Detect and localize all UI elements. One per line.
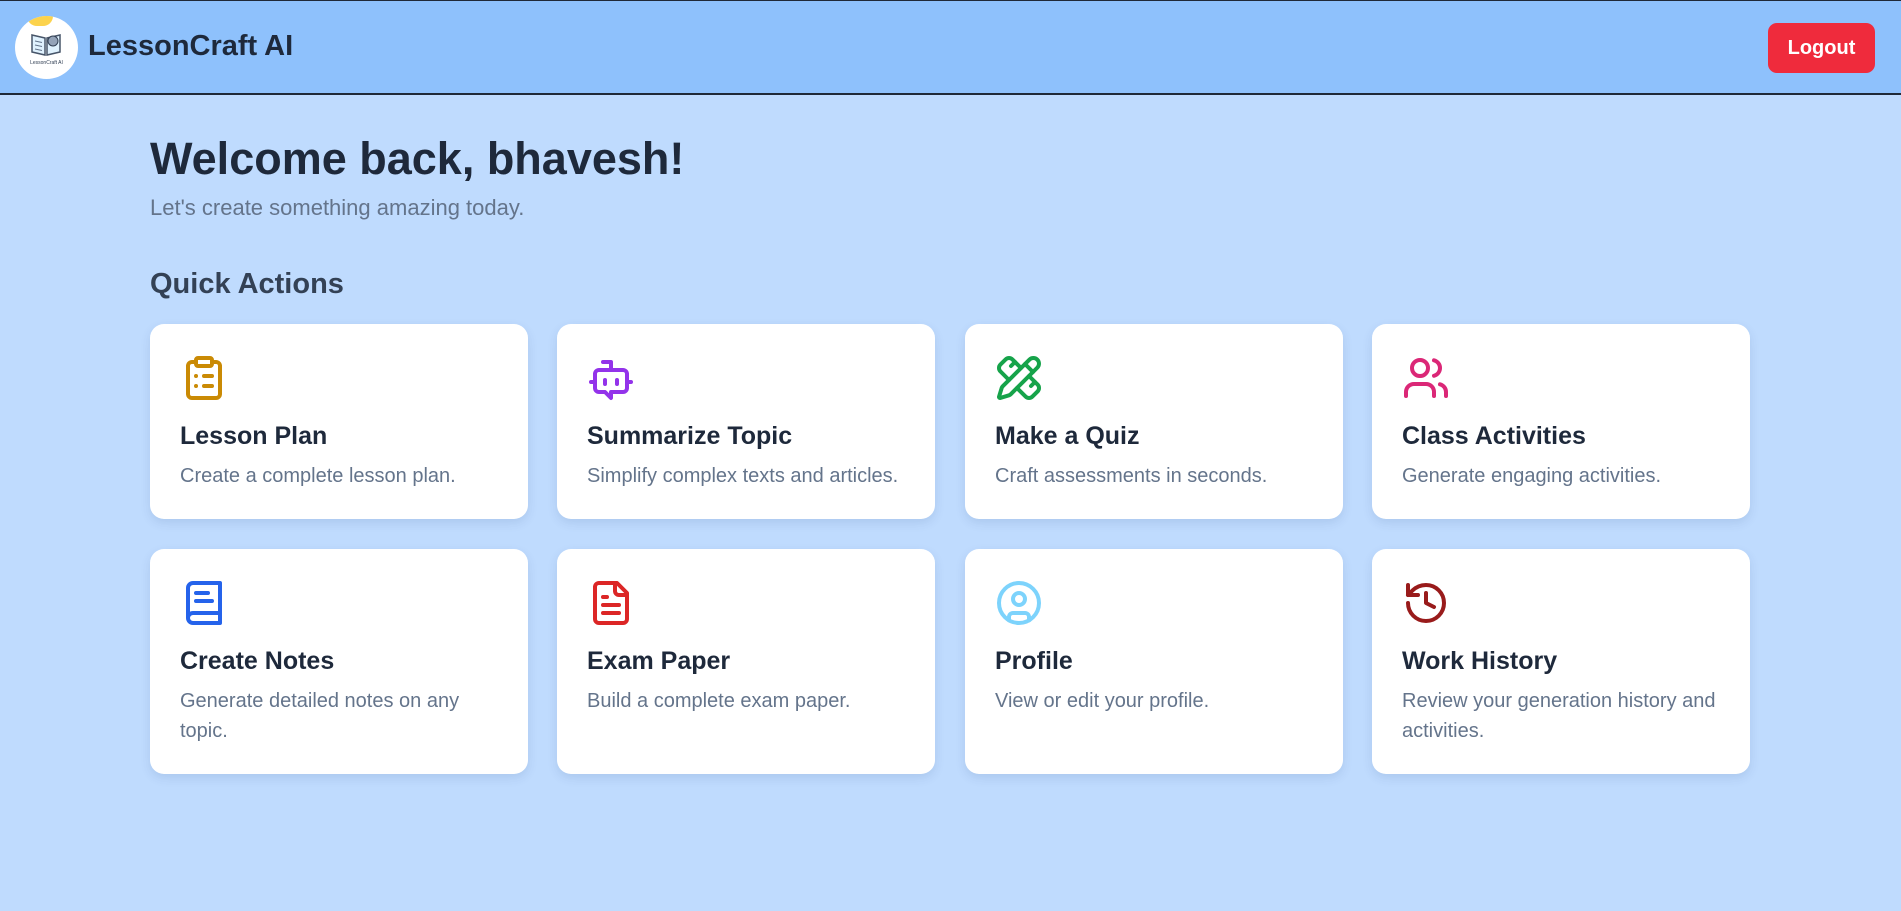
card-title: Class Activities: [1402, 422, 1586, 450]
card-description: Create a complete lesson plan.: [180, 465, 456, 487]
card-title: Profile: [995, 647, 1073, 675]
card-title: Lesson Plan: [180, 422, 328, 450]
card-lesson-plan[interactable]: Lesson Plan Create a complete lesson pla…: [150, 324, 528, 519]
card-description: Review your generation history and activ…: [1402, 690, 1716, 742]
card-description: Generate engaging activities.: [1402, 465, 1662, 487]
card-create-notes[interactable]: Create Notes Generate detailed notes on …: [150, 549, 528, 774]
card-description: Build a complete exam paper.: [587, 690, 851, 712]
welcome-subtitle: Let's create something amazing today.: [150, 195, 525, 220]
card-description: Generate detailed notes on any topic.: [180, 690, 460, 742]
card-profile[interactable]: Profile View or edit your profile.: [965, 549, 1343, 774]
card-title: Work History: [1402, 647, 1558, 675]
user-circle-icon: [997, 581, 1041, 625]
card-title: Create Notes: [180, 647, 335, 675]
card-title: Summarize Topic: [587, 422, 793, 450]
app-title: LessonCraft AI: [88, 30, 294, 62]
logout-button[interactable]: Logout: [1768, 23, 1875, 73]
top-navbar: LessonCraft AI LessonCraft AI Logout: [0, 0, 1901, 95]
robot-icon: [589, 360, 633, 400]
app-logo[interactable]: LessonCraft AI: [15, 16, 78, 79]
card-description: View or edit your profile.: [995, 690, 1210, 712]
book-icon: [186, 581, 222, 625]
clipboard-icon: [186, 356, 222, 400]
card-summarize-topic[interactable]: Summarize Topic Simplify complex texts a…: [557, 324, 935, 519]
document-icon: [593, 581, 629, 625]
quick-actions-title: Quick Actions: [150, 268, 344, 300]
book-logo-icon: [31, 34, 61, 56]
card-work-history[interactable]: Work History Review your generation hist…: [1372, 549, 1750, 774]
card-exam-paper[interactable]: Exam Paper Build a complete exam paper.: [557, 549, 935, 774]
logo-caption: LessonCraft AI: [30, 60, 63, 66]
pencil-ruler-icon: [997, 356, 1042, 401]
card-make-a-quiz[interactable]: Make a Quiz Craft assessments in seconds…: [965, 324, 1343, 519]
card-title: Make a Quiz: [995, 422, 1140, 450]
card-description: Craft assessments in seconds.: [995, 465, 1268, 487]
welcome-heading: Welcome back, bhavesh!: [150, 133, 685, 184]
card-class-activities[interactable]: Class Activities Generate engaging activ…: [1372, 324, 1750, 519]
logo-sun-decoration: [27, 16, 53, 26]
users-icon: [1404, 358, 1448, 398]
card-title: Exam Paper: [587, 647, 731, 675]
card-description: Simplify complex texts and articles.: [587, 465, 899, 487]
history-icon: [1406, 583, 1446, 623]
